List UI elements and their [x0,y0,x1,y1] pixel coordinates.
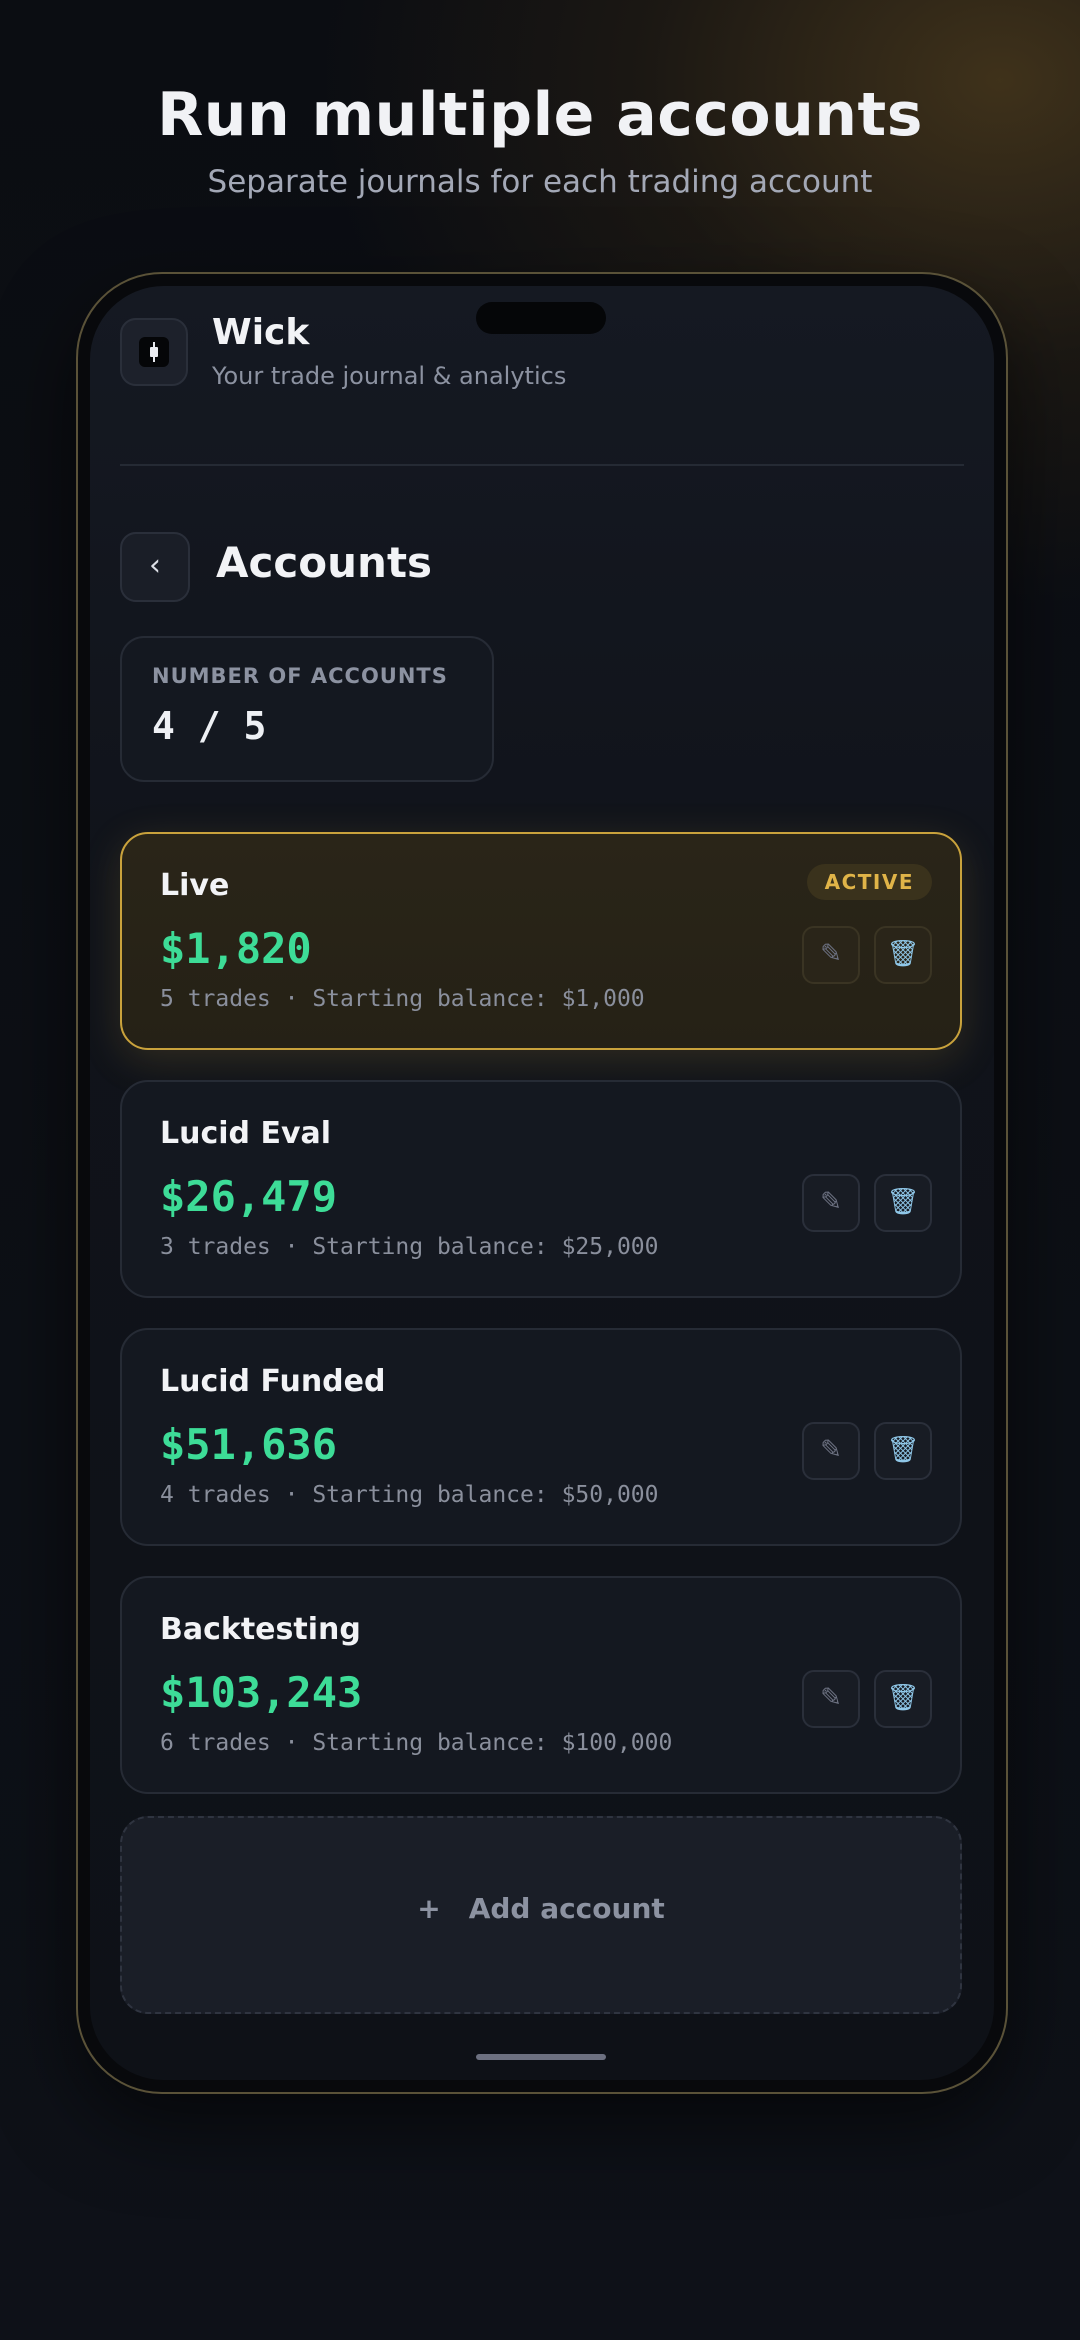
account-name: Lucid Funded [160,1364,386,1399]
app-screen: Wick Your trade journal & analytics ‹ Ac… [90,286,994,2080]
add-account-button[interactable]: + Add account [120,1816,962,2014]
active-badge: ACTIVE [806,864,932,900]
plus-icon: + [417,1892,441,1925]
trash-icon: 🗑 [886,939,920,969]
app-title: Wick [212,312,310,353]
account-count-card: NUMBER OF ACCOUNTS 4 / 5 [120,636,494,782]
home-indicator [476,2054,606,2060]
trash-icon: 🗑 [886,1187,920,1217]
page-title: Accounts [216,538,433,587]
edit-account-button[interactable]: ✎ [802,1422,860,1480]
phone-frame: Wick Your trade journal & analytics ‹ Ac… [76,272,1008,2094]
back-button[interactable]: ‹ [120,532,190,602]
promo-headline: Run multiple accounts [157,80,923,150]
app-header: Wick Your trade journal & analytics [120,312,964,398]
account-meta: 6 trades · Starting balance: $100,000 [160,1730,673,1756]
account-meta: 5 trades · Starting balance: $1,000 [160,986,645,1012]
add-account-content: + Add account [122,1892,960,1925]
pencil-icon: ✎ [820,1435,842,1465]
chevron-left-icon: ‹ [149,548,161,583]
trash-icon: 🗑 [886,1435,920,1465]
account-card-live[interactable]: Live $1,820 5 trades · Starting balance:… [120,832,962,1050]
account-balance: $103,243 [160,1668,363,1717]
delete-account-button[interactable]: 🗑 [874,1422,932,1480]
promo-subheadline: Separate journals for each trading accou… [207,164,873,200]
account-meta: 3 trades · Starting balance: $25,000 [160,1234,659,1260]
pencil-icon: ✎ [820,1187,842,1217]
account-card-lucid-eval[interactable]: Lucid Eval $26,479 3 trades · Starting b… [120,1080,962,1298]
candlestick-icon [139,337,169,367]
delete-account-button[interactable]: 🗑 [874,1670,932,1728]
header-divider [120,464,964,466]
edit-account-button[interactable]: ✎ [802,926,860,984]
pencil-icon: ✎ [820,939,842,969]
app-logo [120,318,188,386]
add-account-label: Add account [468,1892,665,1925]
account-meta: 4 trades · Starting balance: $50,000 [160,1482,659,1508]
account-count-label: NUMBER OF ACCOUNTS [152,664,448,688]
edit-account-button[interactable]: ✎ [802,1174,860,1232]
delete-account-button[interactable]: 🗑 [874,926,932,984]
account-balance: $51,636 [160,1420,338,1469]
account-card-backtesting[interactable]: Backtesting $103,243 6 trades · Starting… [120,1576,962,1794]
account-name: Live [160,868,230,903]
account-balance: $1,820 [160,924,312,973]
account-balance: $26,479 [160,1172,338,1221]
delete-account-button[interactable]: 🗑 [874,1174,932,1232]
trash-icon: 🗑 [886,1683,920,1713]
account-card-lucid-funded[interactable]: Lucid Funded $51,636 4 trades · Starting… [120,1328,962,1546]
app-tagline: Your trade journal & analytics [212,362,567,390]
account-count-value: 4 / 5 [152,704,267,748]
pencil-icon: ✎ [820,1683,842,1713]
edit-account-button[interactable]: ✎ [802,1670,860,1728]
account-name: Lucid Eval [160,1116,332,1151]
account-name: Backtesting [160,1612,361,1647]
